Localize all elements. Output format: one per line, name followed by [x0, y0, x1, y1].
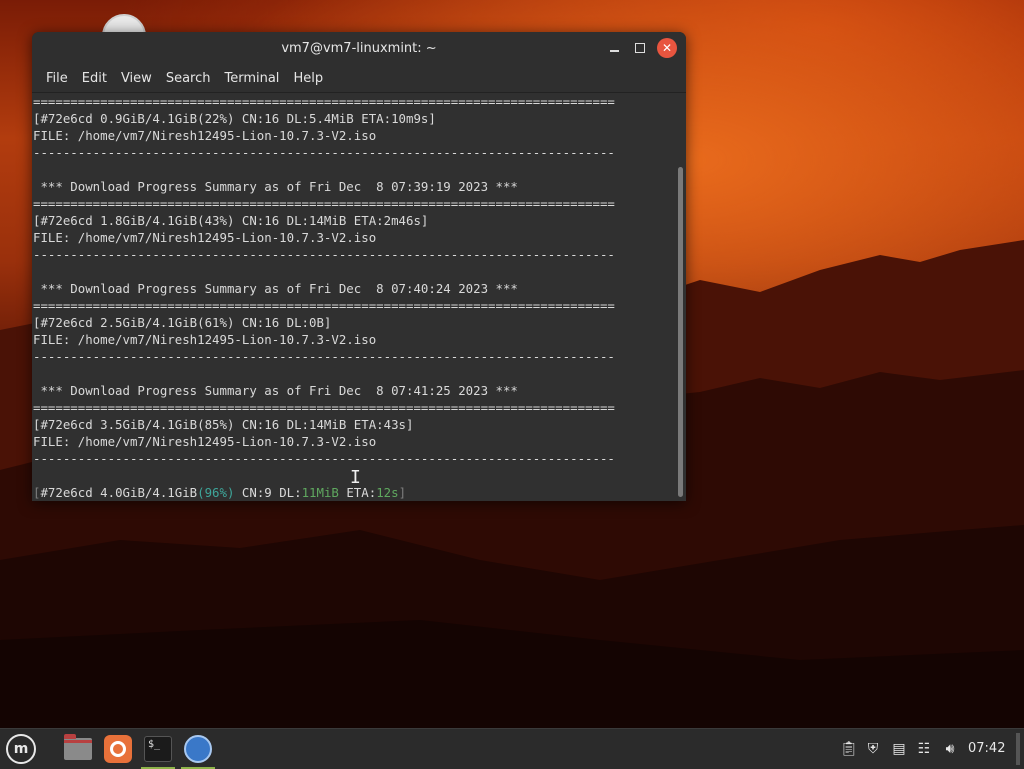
terminal-line: ----------------------------------------…	[33, 144, 673, 161]
terminal-text: [#72e6cd 1.8GiB/4.1GiB(43%) CN:16 DL:14M…	[33, 213, 429, 228]
terminal-text: ----------------------------------------…	[33, 451, 615, 466]
terminal-line: ----------------------------------------…	[33, 348, 673, 365]
menu-view[interactable]: View	[114, 71, 159, 86]
terminal-text: *** Download Progress Summary as of Fri …	[33, 179, 518, 194]
terminal-line: *** Download Progress Summary as of Fri …	[33, 382, 673, 399]
terminal-text: FILE: /home/vm7/Niresh12495-Lion-10.7.3-…	[33, 230, 377, 245]
terminal-text: #72e6cd 4.0GiB/4.1GiB	[40, 485, 198, 500]
terminal-output[interactable]: ========================================…	[33, 93, 673, 501]
taskbar-firefox[interactable]	[99, 729, 137, 769]
tray-clipboard[interactable]: 📋︎	[839, 729, 859, 769]
menu-help[interactable]: Help	[286, 71, 330, 86]
maximize-icon	[635, 43, 645, 53]
terminal-line: FILE: /home/vm7/Niresh12495-Lion-10.7.3-…	[33, 229, 673, 246]
update-manager-icon: ▤	[892, 741, 906, 757]
firefox-icon	[104, 735, 132, 763]
network-icon: ☷	[917, 741, 931, 757]
taskbar-terminal[interactable]: $_	[139, 729, 177, 769]
terminal-text: ]	[398, 485, 407, 500]
terminal-text: [#72e6cd 2.5GiB/4.1GiB(61%) CN:16 DL:0B]	[33, 315, 332, 330]
tray-network[interactable]: ☷	[914, 729, 934, 769]
taskbar-web-browser[interactable]	[179, 729, 217, 769]
terminal-text: 11MiB	[301, 485, 339, 500]
minimize-icon	[609, 50, 619, 52]
terminal-line: ========================================…	[33, 297, 673, 314]
show-desktop-button[interactable]	[1016, 733, 1020, 765]
terminal-text: FILE: /home/vm7/Niresh12495-Lion-10.7.3-…	[33, 332, 377, 347]
terminal-text: [#72e6cd 0.9GiB/4.1GiB(22%) CN:16 DL:5.4…	[33, 111, 436, 126]
terminal-line: [#72e6cd 0.9GiB/4.1GiB(22%) CN:16 DL:5.4…	[33, 110, 673, 127]
terminal-line: *** Download Progress Summary as of Fri …	[33, 178, 673, 195]
files-icon	[64, 734, 92, 760]
terminal-line: FILE: /home/vm7/Niresh12495-Lion-10.7.3-…	[33, 127, 673, 144]
shield-icon: ⛨	[867, 741, 879, 757]
terminal-line: *** Download Progress Summary as of Fri …	[33, 280, 673, 297]
menu-search[interactable]: Search	[159, 71, 218, 86]
terminal-line: ----------------------------------------…	[33, 450, 673, 467]
menubar: File Edit View Search Terminal Help	[32, 64, 686, 93]
terminal-text: FILE: /home/vm7/Niresh12495-Lion-10.7.3-…	[33, 128, 377, 143]
terminal-line: FILE: /home/vm7/Niresh12495-Lion-10.7.3-…	[33, 331, 673, 348]
terminal-line: [#72e6cd 2.5GiB/4.1GiB(61%) CN:16 DL:0B]	[33, 314, 673, 331]
web-browser-icon	[184, 735, 212, 763]
terminal-window: vm7@vm7-linuxmint: ~ ✕ File Edit View Se…	[32, 32, 686, 501]
terminal-text: ========================================…	[33, 298, 615, 313]
terminal-output-area[interactable]: ========================================…	[32, 93, 686, 501]
terminal-text: ========================================…	[33, 196, 615, 211]
terminal-line: ----------------------------------------…	[33, 246, 673, 263]
terminal-line: [#72e6cd 1.8GiB/4.1GiB(43%) CN:16 DL:14M…	[33, 212, 673, 229]
close-button[interactable]: ✕	[657, 38, 677, 58]
text-cursor-icon: I	[350, 467, 361, 488]
taskbar-files[interactable]	[59, 729, 97, 769]
terminal-line: ========================================…	[33, 195, 673, 212]
terminal-text: [#72e6cd 3.5GiB/4.1GiB(85%) CN:16 DL:14M…	[33, 417, 414, 432]
terminal-text: *** Download Progress Summary as of Fri …	[33, 281, 518, 296]
menu-terminal[interactable]: Terminal	[217, 71, 286, 86]
terminal-line: [#72e6cd 3.5GiB/4.1GiB(85%) CN:16 DL:14M…	[33, 416, 673, 433]
close-icon: ✕	[661, 41, 673, 55]
window-title: vm7@vm7-linuxmint: ~	[281, 40, 437, 56]
titlebar[interactable]: vm7@vm7-linuxmint: ~ ✕	[32, 32, 686, 64]
menu-edit[interactable]: Edit	[75, 71, 114, 86]
tray-update-manager[interactable]: ▤	[889, 729, 909, 769]
terminal-text: FILE: /home/vm7/Niresh12495-Lion-10.7.3-…	[33, 434, 377, 449]
maximize-button[interactable]	[630, 38, 650, 58]
terminal-text: *** Download Progress Summary as of Fri …	[33, 383, 518, 398]
terminal-text: (96%)	[197, 485, 235, 500]
terminal-text: CN:9 DL:	[234, 485, 302, 500]
terminal-text: ========================================…	[33, 94, 615, 109]
tray-shield[interactable]: ⛨	[863, 729, 883, 769]
clock[interactable]: 07:42	[968, 729, 1005, 769]
taskbar: m $_ 📋︎ ⛨ ▤ ☷ 🔊︎ 07:42	[0, 728, 1024, 769]
minimize-button[interactable]	[604, 38, 624, 58]
tray-volume[interactable]: 🔊︎	[940, 729, 960, 769]
terminal-icon: $_	[144, 736, 172, 762]
terminal-text: ----------------------------------------…	[33, 247, 615, 262]
scrollbar-thumb[interactable]	[678, 167, 683, 497]
terminal-text: 12s	[376, 485, 399, 500]
clipboard-icon: 📋︎	[840, 741, 858, 757]
terminal-line: ========================================…	[33, 399, 673, 416]
terminal-line: FILE: /home/vm7/Niresh12495-Lion-10.7.3-…	[33, 433, 673, 450]
linux-mint-menu-icon[interactable]: m	[6, 734, 36, 764]
terminal-text: ----------------------------------------…	[33, 349, 615, 364]
terminal-line: ========================================…	[33, 93, 673, 110]
volume-icon: 🔊︎	[945, 741, 955, 757]
terminal-text: ========================================…	[33, 400, 615, 415]
menu-file[interactable]: File	[39, 71, 75, 86]
terminal-text: ----------------------------------------…	[33, 145, 615, 160]
